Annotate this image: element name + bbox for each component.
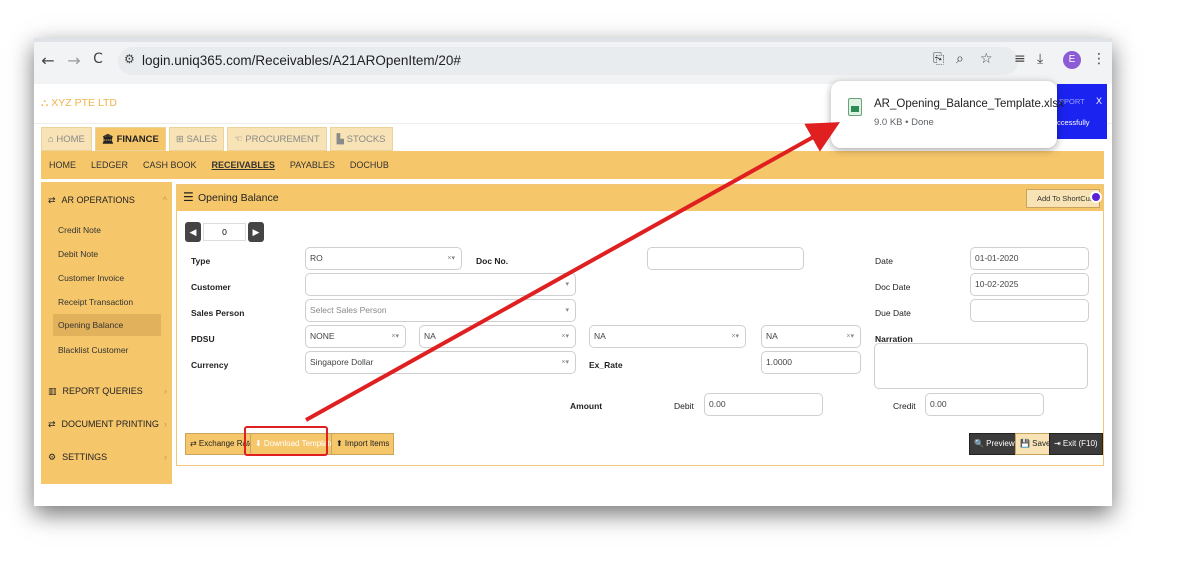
- screenshot: ← → C ⚙ login.uniq365.com/Receivables/A2…: [0, 0, 1178, 572]
- arrow-line: [305, 122, 840, 422]
- annotation-arrow: [305, 122, 840, 422]
